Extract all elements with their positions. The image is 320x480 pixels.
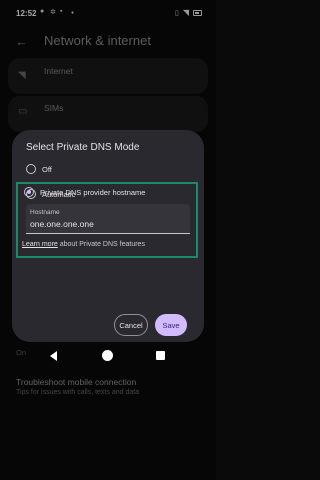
nav-home-icon[interactable] [102,350,113,361]
radio-label: Private DNS provider hostname [40,187,146,197]
learn-more-rest: about Private DNS features [57,241,145,248]
learn-more-link[interactable]: Learn more [22,241,58,248]
dialog-title: Select Private DNS Mode [26,142,140,153]
private-dns-dialog: Select Private DNS Mode Off Automatic Pr… [12,130,204,342]
radio-label: Off [42,164,52,174]
hostname-field-label: Hostname [30,209,60,216]
hostname-input[interactable]: one.one.one.one [30,219,94,229]
radio-button[interactable] [26,164,36,174]
radio-button-selected[interactable] [24,187,34,197]
radio-option-hostname[interactable]: Private DNS provider hostname [24,185,145,199]
learn-more-text: Learn more about Private DNS features [22,241,145,248]
save-button[interactable]: Save [155,314,187,336]
cancel-button[interactable]: Cancel [114,314,148,336]
nav-back-icon[interactable] [50,351,57,361]
radio-option-off[interactable]: Off [26,162,52,176]
hostname-field[interactable]: Hostname one.one.one.one [26,204,190,234]
nav-recents-icon[interactable] [156,351,165,360]
navigation-bar [0,344,216,480]
